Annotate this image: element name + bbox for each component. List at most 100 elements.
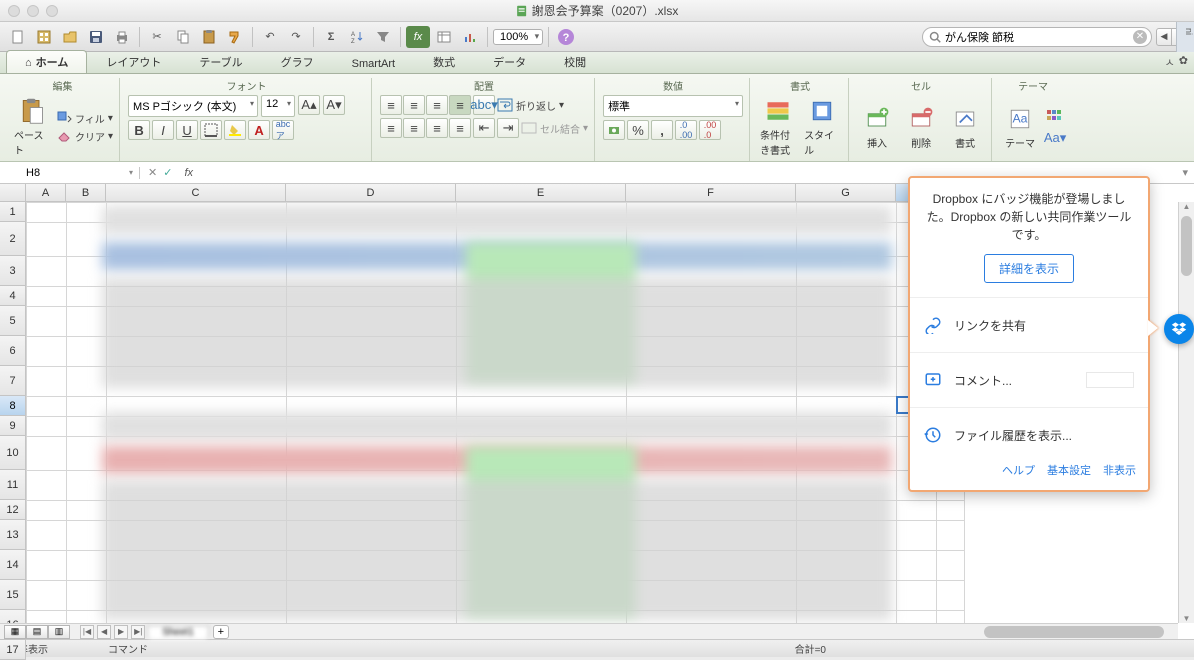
align-top-center-icon[interactable]: ≡ (403, 95, 425, 115)
column-header[interactable]: D (286, 184, 456, 202)
paste-button[interactable]: ペースト (12, 95, 52, 159)
row-header[interactable]: 3 (0, 256, 26, 286)
font-size-combo[interactable]: 12 (261, 95, 295, 117)
column-header[interactable]: F (626, 184, 796, 202)
tab-review[interactable]: 校閲 (545, 50, 605, 73)
confirm-formula-icon[interactable]: ✓ (163, 166, 172, 179)
fill-color-button[interactable] (224, 120, 246, 140)
add-sheet-button[interactable]: + (213, 625, 229, 639)
cell[interactable] (27, 203, 67, 223)
column-header[interactable]: G (796, 184, 896, 202)
search-box[interactable]: ✕ (922, 27, 1152, 47)
cell[interactable] (937, 521, 965, 551)
tab-layout[interactable]: レイアウト (87, 50, 180, 73)
cell[interactable] (27, 307, 67, 337)
row-header[interactable]: 10 (0, 436, 26, 470)
column-header[interactable]: B (66, 184, 106, 202)
cell[interactable] (67, 337, 107, 367)
row-header[interactable]: 8 (0, 396, 26, 416)
cell[interactable] (27, 337, 67, 367)
normal-view-icon[interactable]: ▦ (4, 625, 26, 639)
align-bc-icon[interactable]: ≡ (403, 118, 425, 138)
percent-button[interactable]: % (627, 120, 649, 140)
cell[interactable] (937, 581, 965, 611)
cut-icon[interactable]: ✂ (145, 26, 169, 48)
row-header[interactable]: 7 (0, 366, 26, 396)
tab-data[interactable]: データ (474, 50, 545, 73)
row-header[interactable]: 13 (0, 520, 26, 550)
hscroll-thumb[interactable] (984, 626, 1164, 638)
chart-icon[interactable] (458, 26, 482, 48)
font-name-combo[interactable]: MS Pゴシック (本文) (128, 95, 258, 117)
expand-formula-icon[interactable]: ▾ (1176, 166, 1194, 179)
sort-icon[interactable]: AZ (345, 26, 369, 48)
indent-dec-icon[interactable]: ⇤ (473, 118, 495, 138)
indent-inc-icon[interactable]: ⇥ (497, 118, 519, 138)
autosum-icon[interactable]: Σ (319, 26, 343, 48)
cell[interactable] (67, 521, 107, 551)
open-icon[interactable] (58, 26, 82, 48)
cell[interactable] (67, 437, 107, 471)
currency-button[interactable] (603, 120, 625, 140)
row-header[interactable]: 12 (0, 500, 26, 520)
align-br-icon[interactable]: ≡ (426, 118, 448, 138)
cell[interactable] (897, 521, 937, 551)
cell[interactable] (67, 307, 107, 337)
paste-icon[interactable] (197, 26, 221, 48)
merge-cells-button[interactable]: セル結合▾ (521, 121, 588, 136)
italic-button[interactable]: I (152, 120, 174, 140)
align-top-right-icon[interactable]: ≡ (426, 95, 448, 115)
new-doc-icon[interactable] (6, 26, 30, 48)
fx-label[interactable]: fx (180, 167, 197, 179)
cell[interactable] (27, 257, 67, 287)
column-header[interactable]: E (456, 184, 626, 202)
cell[interactable] (27, 417, 67, 437)
minimize-window-icon[interactable] (27, 5, 39, 17)
sheet-next-icon[interactable]: ▶ (114, 625, 128, 639)
clear-search-icon[interactable]: ✕ (1133, 30, 1147, 44)
cell[interactable] (897, 501, 937, 521)
undo-icon[interactable]: ↶ (258, 26, 282, 48)
save-icon[interactable] (84, 26, 108, 48)
help-icon[interactable]: ? (554, 26, 578, 48)
cell[interactable] (937, 501, 965, 521)
clear-button[interactable]: クリア ▾ (56, 128, 113, 144)
cell[interactable] (67, 287, 107, 307)
align-just-icon[interactable]: ≡ (449, 118, 471, 138)
row-header[interactable]: 4 (0, 286, 26, 306)
cell[interactable] (67, 581, 107, 611)
theme-fonts-icon[interactable]: Aa▾ (1044, 128, 1066, 148)
filter-icon[interactable] (371, 26, 395, 48)
fill-button[interactable]: フィル ▾ (56, 110, 113, 126)
dropbox-comment[interactable]: コメント... (922, 361, 1136, 399)
bold-button[interactable]: B (128, 120, 150, 140)
search-input[interactable] (945, 31, 1129, 43)
fx-button[interactable]: fx (406, 26, 430, 48)
redo-icon[interactable]: ↷ (284, 26, 308, 48)
column-header[interactable]: C (106, 184, 286, 202)
ribbon-settings-icon[interactable]: ✿ (1179, 54, 1188, 70)
cell[interactable] (897, 581, 937, 611)
sheet-last-icon[interactable]: ▶| (131, 625, 145, 639)
cancel-formula-icon[interactable]: ✕ (148, 166, 157, 179)
inc-decimal-button[interactable]: .0.00 (675, 120, 697, 140)
format-button[interactable]: 書式 (945, 103, 985, 152)
row-header[interactable]: 14 (0, 550, 26, 580)
cell[interactable] (27, 437, 67, 471)
search-prev-icon[interactable]: ◀ (1156, 28, 1172, 46)
cell[interactable] (27, 287, 67, 307)
cell[interactable] (27, 551, 67, 581)
border-button[interactable] (200, 120, 222, 140)
name-box[interactable]: H8 (20, 167, 140, 179)
cell[interactable] (27, 397, 67, 417)
cell[interactable] (27, 471, 67, 501)
row-header[interactable]: 5 (0, 306, 26, 336)
dropbox-details-button[interactable]: 詳細を表示 (984, 254, 1074, 283)
dec-decimal-button[interactable]: .00.0 (699, 120, 721, 140)
dropbox-hide-link[interactable]: 非表示 (1103, 462, 1136, 478)
tab-smartart[interactable]: SmartArt (333, 54, 414, 73)
zoom-combo[interactable]: 100% (493, 29, 543, 45)
dropbox-history[interactable]: ファイル履歴を表示... (922, 416, 1136, 454)
cell[interactable] (67, 471, 107, 501)
align-bl-icon[interactable]: ≡ (380, 118, 402, 138)
